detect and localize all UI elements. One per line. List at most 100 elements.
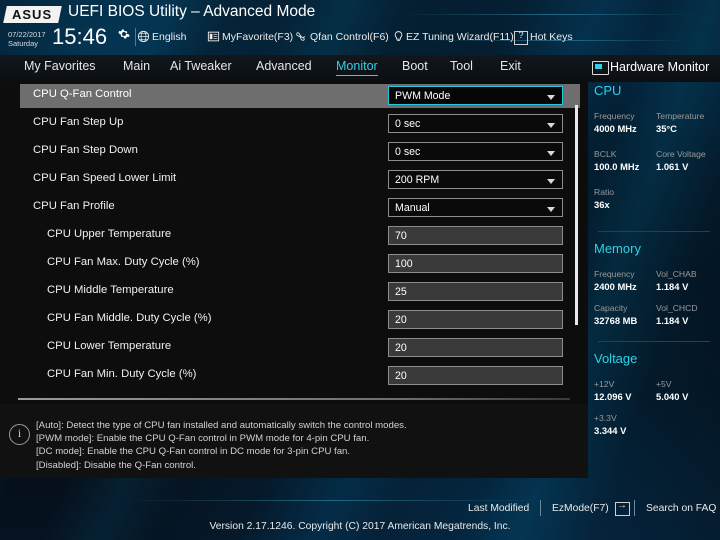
fan-icon[interactable]: [293, 30, 306, 43]
settings-scrollbar[interactable]: [575, 105, 578, 325]
setting-row-cpu-upper-temperature[interactable]: CPU Upper Temperature 70: [20, 224, 580, 248]
hw-key: Core Voltage: [656, 149, 706, 159]
hw-value: 1.184 V: [656, 315, 689, 326]
cpu-middle-temperature-input[interactable]: 25: [388, 282, 563, 301]
hw-value: 5.040 V: [656, 391, 689, 402]
tab-tool[interactable]: Tool: [450, 59, 473, 73]
hw-key: +3.3V: [594, 413, 617, 423]
dropdown-value: 0 sec: [395, 118, 421, 130]
tab-ai-tweaker[interactable]: Ai Tweaker: [170, 59, 232, 73]
hw-value: 100.0 MHz: [594, 161, 640, 172]
setting-row-cpu-fan-max-duty-cycle[interactable]: CPU Fan Max. Duty Cycle (%) 100: [20, 252, 580, 276]
gear-icon[interactable]: [118, 27, 130, 39]
setting-label: CPU Upper Temperature: [47, 228, 172, 240]
settings-panel: CPU Q-Fan Control PWM Mode CPU Fan Step …: [0, 82, 588, 407]
cpu-fan-max-duty-cycle-input[interactable]: 100: [388, 254, 563, 273]
hw-key: Vol_CHCD: [656, 303, 698, 313]
cpu-fan-middle-duty-cycle-input[interactable]: 20: [388, 310, 563, 329]
cpu-upper-temperature-input[interactable]: 70: [388, 226, 563, 245]
hardware-monitor-title: Hardware Monitor: [610, 60, 710, 74]
hw-value: 2400 MHz: [594, 281, 637, 292]
setting-label: CPU Fan Min. Duty Cycle (%): [47, 368, 197, 380]
help-text: [Auto]: Detect the type of CPU fan insta…: [36, 419, 581, 472]
tab-my-favorites[interactable]: My Favorites: [24, 59, 96, 73]
hw-separator: [598, 231, 710, 232]
hw-key: +12V: [594, 379, 615, 389]
tab-exit[interactable]: Exit: [500, 59, 521, 73]
setting-row-cpu-q-fan-control[interactable]: CPU Q-Fan Control PWM Mode: [20, 84, 580, 108]
footer-divider: [540, 500, 541, 516]
cpu-fan-speed-lower-limit-dropdown[interactable]: 200 RPM: [388, 170, 563, 189]
input-value: 20: [395, 342, 407, 354]
clock-display: 15:46: [52, 24, 108, 49]
section-divider: [18, 398, 570, 400]
header-item-ez-tuning-wizard[interactable]: EZ Tuning Wizard(F11): [406, 31, 514, 43]
setting-row-cpu-fan-step-up[interactable]: CPU Fan Step Up 0 sec: [20, 112, 580, 136]
dropdown-value: PWM Mode: [395, 90, 451, 102]
setting-row-cpu-fan-speed-lower-limit[interactable]: CPU Fan Speed Lower Limit 200 RPM: [20, 168, 580, 192]
cpu-lower-temperature-input[interactable]: 20: [388, 338, 563, 357]
search-on-faq-button[interactable]: Search on FAQ: [646, 503, 716, 514]
bios-screen: ASUS UEFI BIOS Utility – Advanced Mode 0…: [0, 0, 720, 540]
asus-logo: ASUS: [3, 6, 62, 23]
globe-icon[interactable]: [137, 30, 150, 43]
setting-row-cpu-fan-middle-duty-cycle[interactable]: CPU Fan Middle. Duty Cycle (%) 20: [20, 308, 580, 332]
last-modified-button[interactable]: Last Modified: [468, 503, 529, 514]
tab-boot[interactable]: Boot: [402, 59, 428, 73]
monitor-icon: [592, 61, 609, 75]
hw-value: 4000 MHz: [594, 123, 637, 134]
hardware-monitor-panel: Hardware Monitor CPU Frequency 4000 MHz …: [588, 55, 720, 485]
bookmark-icon[interactable]: [207, 30, 220, 43]
hw-section-voltage-title: Voltage: [594, 351, 638, 366]
cpu-fan-step-down-dropdown[interactable]: 0 sec: [388, 142, 563, 161]
setting-row-cpu-fan-profile[interactable]: CPU Fan Profile Manual: [20, 196, 580, 220]
setting-row-cpu-fan-step-down[interactable]: CPU Fan Step Down 0 sec: [20, 140, 580, 164]
setting-label: CPU Fan Step Down: [33, 144, 138, 156]
date-display: 07/22/2017 Saturday: [8, 30, 46, 48]
tab-main[interactable]: Main: [123, 59, 150, 73]
hw-key: Ratio: [594, 187, 615, 197]
tab-monitor[interactable]: Monitor: [336, 59, 378, 76]
cpu-fan-profile-dropdown[interactable]: Manual: [388, 198, 563, 217]
dropdown-value: 0 sec: [395, 146, 421, 158]
help-line: [PWM mode]: Enable the CPU Q-Fan control…: [36, 433, 370, 445]
hw-key: +5V: [656, 379, 672, 389]
setting-row-cpu-lower-temperature[interactable]: CPU Lower Temperature 20: [20, 336, 580, 360]
hw-value: 35°C: [656, 123, 677, 134]
header-item-myfavorite[interactable]: MyFavorite(F3): [222, 31, 293, 43]
question-icon[interactable]: [514, 30, 528, 45]
header-item-english[interactable]: English: [152, 31, 186, 43]
cpu-q-fan-control-dropdown[interactable]: PWM Mode: [388, 86, 563, 105]
hw-section-cpu-title: CPU: [594, 83, 622, 98]
setting-row-cpu-middle-temperature[interactable]: CPU Middle Temperature 25: [20, 280, 580, 304]
hw-key: BCLK: [594, 149, 617, 159]
setting-label: CPU Q-Fan Control: [33, 88, 132, 100]
date-value: 07/22/2017: [8, 30, 46, 39]
help-line: [Disabled]: Disable the Q-Fan control.: [36, 459, 196, 471]
dropdown-value: 200 RPM: [395, 174, 440, 186]
setting-row-cpu-fan-min-duty-cycle[interactable]: CPU Fan Min. Duty Cycle (%) 20: [20, 364, 580, 388]
asus-logo-text: ASUS: [12, 7, 53, 22]
cpu-fan-min-duty-cycle-input[interactable]: 20: [388, 366, 563, 385]
dropdown-value: Manual: [395, 202, 430, 214]
ez-mode-button[interactable]: EzMode(F7): [552, 503, 609, 514]
hw-value: 1.061 V: [656, 161, 689, 172]
hw-key: Vol_CHAB: [656, 269, 697, 279]
tab-advanced[interactable]: Advanced: [256, 59, 312, 73]
hw-value: 1.184 V: [656, 281, 689, 292]
arrow-right-icon[interactable]: [615, 500, 630, 516]
chevron-down-icon: [547, 95, 555, 100]
cpu-fan-step-up-dropdown[interactable]: 0 sec: [388, 114, 563, 133]
chevron-down-icon: [547, 207, 555, 212]
bulb-icon[interactable]: [392, 30, 405, 43]
hw-value: 36x: [594, 199, 610, 210]
footer-divider: [634, 500, 635, 516]
input-value: 70: [395, 230, 407, 242]
input-value: 25: [395, 286, 407, 298]
hw-value: 32768 MB: [594, 315, 638, 326]
setting-label: CPU Fan Middle. Duty Cycle (%): [47, 312, 212, 324]
header-item-hot-keys[interactable]: Hot Keys: [530, 31, 573, 43]
chevron-down-icon: [547, 123, 555, 128]
hw-key: Frequency: [594, 111, 635, 121]
header-item-qfan-control[interactable]: Qfan Control(F6): [310, 31, 389, 43]
